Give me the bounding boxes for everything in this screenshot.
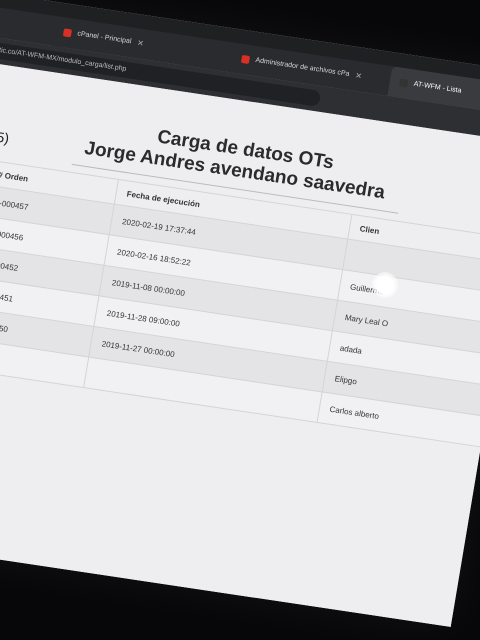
close-icon[interactable]: ✕ — [353, 61, 365, 92]
laptop-screen: ✕ cPanel - Principal ✕ Administrador de … — [0, 0, 480, 627]
close-icon[interactable]: ✕ — [135, 28, 147, 59]
page-content: Carga de datos OTs Jorge Andres avendano… — [0, 49, 480, 627]
cpanel-favicon-icon — [62, 28, 73, 38]
screen-glare — [372, 272, 398, 298]
record-count: es (5) — [0, 125, 11, 147]
orders-table: # Orden Fecha de ejecución Clien R-00045… — [0, 153, 480, 448]
wfm-favicon-icon — [399, 78, 409, 88]
cpanel-favicon-icon — [240, 54, 251, 64]
